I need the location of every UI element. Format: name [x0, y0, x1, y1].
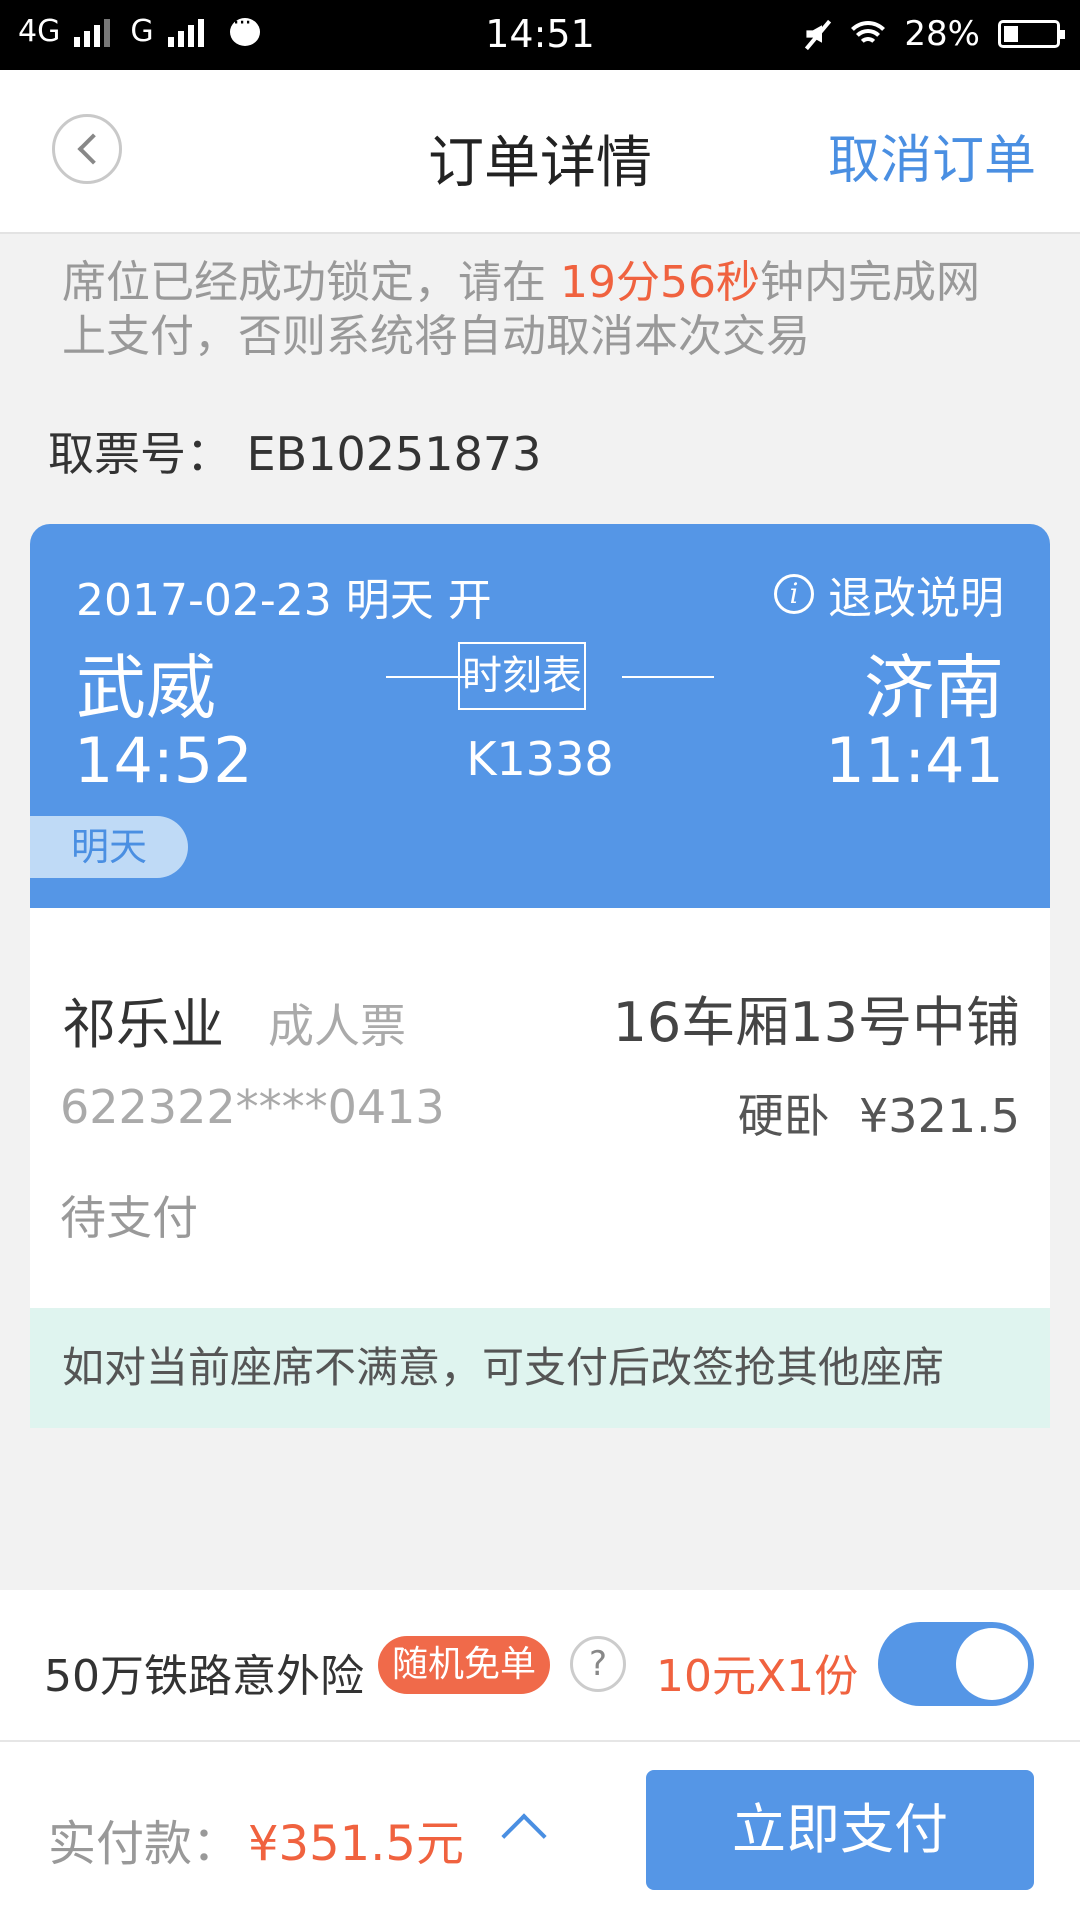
total-label: 实付款： [48, 1816, 241, 1872]
to-station: 济南 [864, 647, 1004, 729]
insurance-toggle[interactable] [878, 1622, 1034, 1706]
id-number: 622322****0413 [60, 1080, 445, 1134]
schedule-button[interactable]: 时刻表 [458, 642, 586, 710]
seat-info: 16车厢13号中铺 [612, 991, 1020, 1054]
pay-now-button[interactable]: 立即支付 [646, 1770, 1034, 1890]
refund-info-label: 退改说明 [828, 573, 1004, 624]
passenger-name: 祁乐业 [62, 993, 224, 1056]
ticket-type: 成人票 [268, 999, 406, 1053]
arrival-time: 11:41 [825, 724, 1004, 797]
toggle-knob [956, 1628, 1028, 1700]
departure-date: 2017-02-23 明天 开 [76, 575, 492, 626]
battery-percent: 28% [904, 14, 980, 54]
change-seat-tip: 如对当前座席不满意，可支付后改签抢其他座席 [30, 1308, 1050, 1428]
trip-card: 2017-02-23 明天 开 i 退改说明 武威 时刻表 济南 14:52 K… [30, 524, 1050, 908]
day-tag: 明天 [30, 816, 188, 878]
insurance-label: 50万铁路意外险 [44, 1651, 364, 1702]
payment-status: 待支付 [60, 1191, 198, 1245]
insurance-row: 50万铁路意外险 随机免单 ? 10元X1份 [0, 1590, 1080, 1742]
passenger-card: 祁乐业 成人票 16车厢13号中铺 622322****0413 硬卧 ¥321… [30, 908, 1050, 1308]
mute-icon [802, 19, 832, 49]
cancel-order-button[interactable]: 取消订单 [828, 118, 1036, 193]
from-station: 武威 [76, 647, 216, 729]
info-icon: i [774, 574, 814, 614]
chevron-up-icon[interactable] [501, 1813, 547, 1859]
lock-notice: 席位已经成功锁定，请在 19分56秒钟内完成网上支付，否则系统将自动取消本次交易 [62, 256, 1022, 364]
battery-icon [998, 20, 1065, 48]
refund-info-link[interactable]: i 退改说明 [774, 562, 1004, 626]
help-icon[interactable]: ? [570, 1636, 626, 1692]
random-free-badge: 随机免单 [378, 1636, 551, 1694]
route-line-right [622, 676, 714, 678]
status-bar: 4G G 14:51 28% [0, 0, 1080, 70]
ticket-number: 取票号： EB10251873 [48, 427, 542, 481]
total-amount: ¥351.5元 [248, 1816, 464, 1872]
wifi-icon [850, 19, 887, 49]
bottom-bar: 实付款： ¥351.5元 立即支付 [0, 1742, 1080, 1920]
status-right: 28% [802, 14, 1065, 54]
notice-text-1: 席位已经成功锁定，请在 [62, 257, 560, 308]
app-header: 订单详情 取消订单 [0, 70, 1080, 234]
countdown: 19分56秒 [560, 257, 760, 308]
insurance-price: 10元X1份 [656, 1651, 859, 1702]
class-price: 硬卧 ¥321.5 [737, 1089, 1020, 1143]
